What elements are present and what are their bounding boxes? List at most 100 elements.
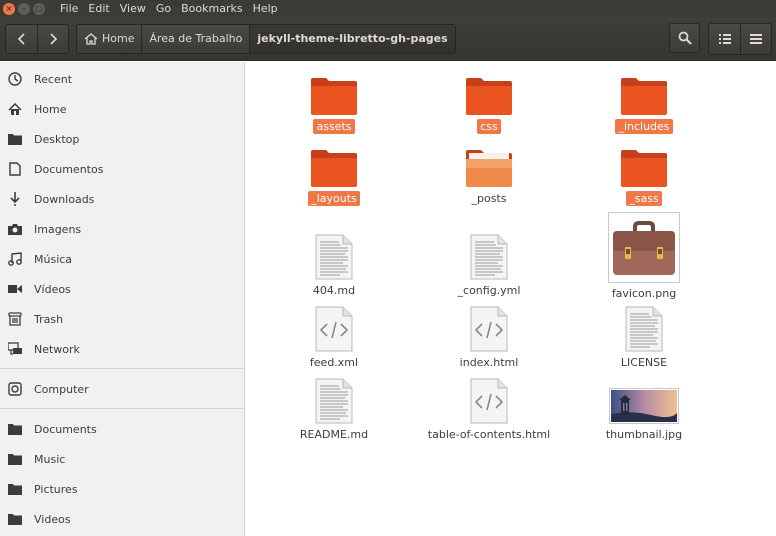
folder-icon	[310, 76, 358, 116]
file-item[interactable]: favicon.png	[579, 212, 709, 301]
sidebar-item-musica[interactable]: Música	[0, 246, 244, 272]
sidebar-item-desktop[interactable]: Desktop	[0, 126, 244, 152]
minimize-window-button[interactable]: –	[18, 2, 30, 15]
trash-icon	[7, 311, 23, 327]
file-item[interactable]: _layouts	[269, 148, 399, 206]
file-item[interactable]: LICENSE	[579, 306, 709, 370]
file-item[interactable]: _posts	[424, 148, 554, 206]
file-item[interactable]: table-of-contents.html	[424, 378, 554, 442]
menu-go[interactable]: Go	[156, 2, 171, 15]
list-view-button[interactable]	[709, 24, 740, 54]
camera-icon	[7, 221, 23, 237]
file-label: _config.yml	[457, 284, 521, 297]
file-label: favicon.png	[611, 287, 677, 300]
file-label: table-of-contents.html	[427, 428, 551, 441]
file-label: css	[477, 119, 501, 134]
file-label: feed.xml	[309, 356, 359, 369]
back-button[interactable]	[6, 24, 37, 53]
close-window-button[interactable]: ×	[3, 2, 15, 15]
sidebar-item-label: Vídeos	[34, 282, 71, 296]
sidebar-item-label: Desktop	[34, 132, 80, 146]
sidebar-item-videos[interactable]: Vídeos	[0, 276, 244, 302]
music-icon	[7, 251, 23, 267]
sidebar-item-computer[interactable]: Computer	[0, 376, 244, 402]
clock-icon	[7, 71, 23, 87]
sidebar-item-label: Computer	[34, 382, 89, 396]
toolbar: Home Área de Trabalho jekyll-theme-libre…	[0, 17, 776, 61]
menu-edit[interactable]: Edit	[88, 2, 109, 15]
sidebar-item-network[interactable]: Network	[0, 336, 244, 362]
chevron-left-icon	[17, 32, 25, 45]
file-item[interactable]: _config.yml	[424, 234, 554, 298]
file-item[interactable]: assets	[269, 76, 399, 134]
menu-button[interactable]	[740, 24, 771, 54]
download-icon	[7, 191, 23, 207]
file-view: assets css _includes _layouts _posts _sa…	[252, 62, 776, 536]
sidebar-item-label: Imagens	[34, 222, 82, 236]
forward-button[interactable]	[37, 24, 68, 53]
sidebar-item-label: Music	[34, 452, 66, 466]
menu-bookmarks[interactable]: Bookmarks	[181, 2, 242, 15]
file-label: _layouts	[308, 191, 360, 206]
search-button[interactable]	[669, 23, 700, 53]
sidebar-item-videos-folder[interactable]: Videos	[0, 506, 244, 532]
breadcrumb-home[interactable]: Home	[77, 24, 142, 53]
sidebar-item-trash[interactable]: Trash	[0, 306, 244, 332]
search-icon	[678, 31, 692, 45]
view-toggle	[708, 23, 772, 55]
folder-icon	[620, 148, 668, 188]
file-item[interactable]: feed.xml	[269, 306, 399, 370]
sidebar-item-label: Documents	[34, 422, 97, 436]
file-item[interactable]: thumbnail.jpg	[579, 388, 709, 442]
text-file-icon	[315, 378, 353, 424]
breadcrumb-current[interactable]: jekyll-theme-libretto-gh-pages	[249, 24, 455, 53]
hamburger-icon	[750, 34, 762, 44]
file-label: _posts	[471, 192, 507, 205]
sidebar: Recent Home Desktop Documentos Downloads…	[0, 62, 245, 536]
file-label: thumbnail.jpg	[605, 428, 683, 441]
sidebar-item-documentos[interactable]: Documentos	[0, 156, 244, 182]
maximize-window-button[interactable]: □	[33, 2, 45, 15]
file-item[interactable]: _includes	[579, 76, 709, 134]
breadcrumb-parent[interactable]: Área de Trabalho	[141, 24, 250, 53]
file-label: README.md	[299, 428, 369, 441]
folder-icon	[7, 451, 23, 467]
home-icon	[7, 101, 23, 117]
chevron-right-icon	[50, 32, 58, 45]
menu-file[interactable]: File	[60, 2, 78, 15]
home-icon	[84, 32, 98, 45]
menu-view[interactable]: View	[120, 2, 146, 15]
sidebar-separator	[0, 408, 244, 409]
file-label: assets	[313, 119, 355, 134]
sidebar-item-label: Home	[34, 102, 67, 116]
sidebar-item-label: Música	[34, 252, 73, 266]
sidebar-item-recent[interactable]: Recent	[0, 66, 244, 92]
text-file-icon	[625, 306, 663, 352]
code-file-icon	[470, 378, 508, 424]
file-label: index.html	[459, 356, 519, 369]
drive-icon	[7, 381, 23, 397]
file-item[interactable]: README.md	[269, 378, 399, 442]
sidebar-item-music[interactable]: Music	[0, 446, 244, 472]
file-item[interactable]: 404.md	[269, 234, 399, 298]
folder-icon	[7, 421, 23, 437]
sidebar-item-home[interactable]: Home	[0, 96, 244, 122]
folder-icon	[7, 511, 23, 527]
sidebar-item-downloads[interactable]: Downloads	[0, 186, 244, 212]
window-controls: × – □	[3, 2, 45, 15]
sidebar-item-label: Recent	[34, 72, 73, 86]
sidebar-item-pictures[interactable]: Pictures	[0, 476, 244, 502]
text-file-icon	[470, 234, 508, 280]
sidebar-item-imagens[interactable]: Imagens	[0, 216, 244, 242]
file-label: _includes	[615, 119, 673, 134]
file-item[interactable]: css	[424, 76, 554, 134]
file-item[interactable]: index.html	[424, 306, 554, 370]
menu-help[interactable]: Help	[253, 2, 278, 15]
sidebar-separator	[0, 368, 244, 369]
list-icon	[718, 34, 731, 44]
file-item[interactable]: _sass	[579, 148, 709, 206]
sidebar-item-label: Videos	[34, 512, 71, 526]
sidebar-item-label: Pictures	[34, 482, 78, 496]
sidebar-item-label: Documentos	[34, 162, 104, 176]
sidebar-item-documents[interactable]: Documents	[0, 416, 244, 442]
